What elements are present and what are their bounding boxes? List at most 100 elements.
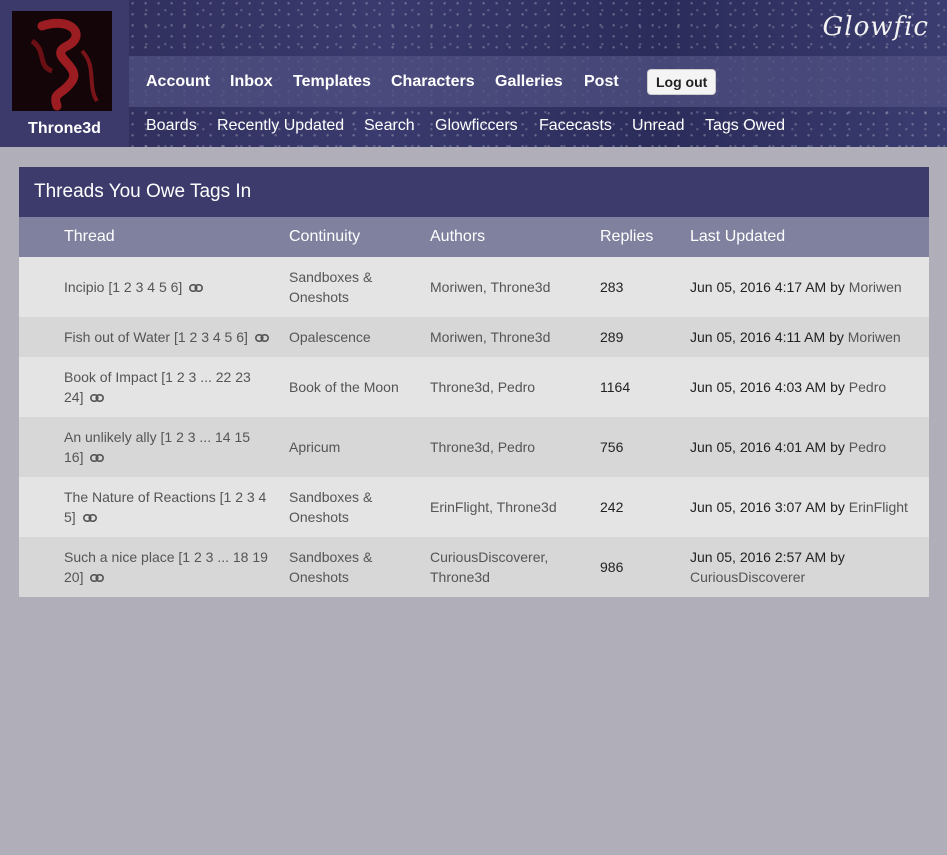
thread-title[interactable]: The Nature of Reactions bbox=[64, 489, 216, 505]
nav-inbox[interactable]: Inbox bbox=[230, 73, 273, 91]
thread-pages[interactable]: [1 2 3 4 5 6] bbox=[108, 279, 182, 295]
table-row: Incipio [1 2 3 4 5 6] Sandboxes & Onesho… bbox=[19, 257, 929, 317]
nav-recently-updated[interactable]: Recently Updated bbox=[217, 117, 344, 135]
replies-cell: 289 bbox=[600, 329, 624, 345]
table-row: Book of Impact [1 2 3 ... 22 23 24] Book… bbox=[19, 357, 929, 417]
avatar[interactable] bbox=[12, 11, 112, 111]
replies-cell: 756 bbox=[600, 439, 624, 455]
updated-time: Jun 05, 2016 3:07 AM by bbox=[690, 499, 845, 515]
link-icon[interactable] bbox=[90, 574, 105, 583]
thread-cell: Such a nice place [1 2 3 ... 18 19 20] bbox=[64, 547, 274, 587]
nav-unread[interactable]: Unread bbox=[632, 117, 684, 135]
updated-cell: Jun 05, 2016 4:11 AM by Moriwen bbox=[690, 327, 925, 347]
nav-glowficcers[interactable]: Glowficcers bbox=[435, 117, 518, 135]
table-row: Such a nice place [1 2 3 ... 18 19 20] S… bbox=[19, 537, 929, 597]
username[interactable]: Throne3d bbox=[0, 120, 129, 138]
updated-by-link[interactable]: Moriwen bbox=[848, 329, 901, 345]
authors-cell: ErinFlight, Throne3d bbox=[430, 499, 557, 515]
thread-title[interactable]: An unlikely ally bbox=[64, 429, 157, 445]
nav-galleries[interactable]: Galleries bbox=[495, 73, 563, 91]
glowfic-logo[interactable]: Glowfic bbox=[823, 12, 930, 42]
table-header: Thread Continuity Authors Replies Last U… bbox=[19, 217, 929, 257]
col-replies: Replies bbox=[600, 228, 654, 245]
author-link[interactable]: Throne3d bbox=[430, 379, 490, 395]
thread-cell: The Nature of Reactions [1 2 3 4 5] bbox=[64, 487, 274, 527]
replies-cell: 986 bbox=[600, 559, 624, 575]
nav-characters[interactable]: Characters bbox=[391, 73, 475, 91]
thread-pages-cont[interactable]: 5] bbox=[64, 509, 76, 525]
thread-title[interactable]: Incipio bbox=[64, 279, 104, 295]
link-icon[interactable] bbox=[90, 394, 105, 403]
thread-title[interactable]: Fish out of Water bbox=[64, 329, 170, 345]
authors-cell: Throne3d, Pedro bbox=[430, 439, 536, 455]
panel-title: Threads You Owe Tags In bbox=[19, 167, 929, 217]
site-header: Throne3d Glowfic Account Inbox Templates… bbox=[0, 0, 947, 147]
author-link[interactable]: Pedro bbox=[498, 379, 535, 395]
main-nav: Account Inbox Templates Characters Galle… bbox=[129, 56, 947, 107]
nav-facecasts[interactable]: Facecasts bbox=[539, 117, 612, 135]
updated-cell: Jun 05, 2016 2:57 AM by CuriousDiscoverer bbox=[690, 547, 925, 587]
thread-cell: Fish out of Water [1 2 3 4 5 6] bbox=[64, 327, 284, 347]
author-link[interactable]: Throne3d bbox=[490, 329, 550, 345]
updated-time: Jun 05, 2016 4:17 AM by bbox=[690, 279, 845, 295]
replies-cell: 283 bbox=[600, 279, 624, 295]
thread-pages[interactable]: [1 2 3 ... 14 15 bbox=[161, 429, 251, 445]
thread-title[interactable]: Such a nice place bbox=[64, 549, 175, 565]
authors-cell: Moriwen, Throne3d bbox=[430, 279, 551, 295]
avatar-image bbox=[12, 11, 112, 111]
updated-by-link[interactable]: CuriousDiscoverer bbox=[690, 569, 805, 585]
col-authors: Authors bbox=[430, 228, 486, 245]
table-row: The Nature of Reactions [1 2 3 4 5] Sand… bbox=[19, 477, 929, 537]
thread-pages[interactable]: [1 2 3 4 5 6] bbox=[174, 329, 248, 345]
updated-time: Jun 05, 2016 4:03 AM by bbox=[690, 379, 845, 395]
updated-by-link[interactable]: ErinFlight bbox=[849, 499, 908, 515]
updated-by-link[interactable]: Pedro bbox=[849, 439, 886, 455]
updated-by-link[interactable]: Pedro bbox=[849, 379, 886, 395]
updated-time: Jun 05, 2016 4:01 AM by bbox=[690, 439, 845, 455]
link-icon[interactable] bbox=[189, 284, 204, 293]
updated-time: Jun 05, 2016 2:57 AM by bbox=[690, 549, 845, 565]
author-link[interactable]: Moriwen bbox=[430, 329, 483, 345]
thread-pages[interactable]: [1 2 3 ... 22 23 bbox=[161, 369, 251, 385]
author-link[interactable]: CuriousDiscoverer bbox=[430, 549, 544, 565]
nav-account[interactable]: Account bbox=[146, 73, 210, 91]
author-link[interactable]: Moriwen bbox=[430, 279, 483, 295]
authors-cell: CuriousDiscoverer, Throne3d bbox=[430, 549, 549, 585]
link-icon[interactable] bbox=[90, 454, 105, 463]
author-link[interactable]: ErinFlight bbox=[430, 499, 489, 515]
nav-templates[interactable]: Templates bbox=[293, 73, 371, 91]
thread-pages-cont[interactable]: 16] bbox=[64, 449, 83, 465]
author-link[interactable]: Throne3d bbox=[497, 499, 557, 515]
nav-tags-owed[interactable]: Tags Owed bbox=[705, 117, 785, 135]
user-block: Throne3d bbox=[0, 0, 129, 147]
thread-pages-cont[interactable]: 24] bbox=[64, 389, 83, 405]
continuity-cell[interactable]: Book of the Moon bbox=[289, 377, 419, 397]
thread-title[interactable]: Book of Impact bbox=[64, 369, 157, 385]
updated-time: Jun 05, 2016 4:11 AM by bbox=[690, 329, 844, 345]
author-link[interactable]: Pedro bbox=[498, 439, 535, 455]
logout-button[interactable]: Log out bbox=[647, 69, 717, 95]
link-icon[interactable] bbox=[254, 334, 269, 343]
continuity-cell[interactable]: Sandboxes & Oneshots bbox=[289, 547, 419, 587]
updated-cell: Jun 05, 2016 4:17 AM by Moriwen bbox=[690, 277, 925, 297]
link-icon[interactable] bbox=[82, 514, 97, 523]
thread-pages[interactable]: [1 2 3 4 bbox=[220, 489, 267, 505]
thread-cell: An unlikely ally [1 2 3 ... 14 15 16] bbox=[64, 427, 274, 467]
continuity-cell[interactable]: Opalescence bbox=[289, 327, 419, 347]
updated-cell: Jun 05, 2016 4:01 AM by Pedro bbox=[690, 437, 925, 457]
author-link[interactable]: Throne3d bbox=[430, 439, 490, 455]
col-last-updated: Last Updated bbox=[690, 228, 786, 245]
author-link[interactable]: Throne3d bbox=[490, 279, 550, 295]
replies-cell: 1164 bbox=[600, 379, 631, 395]
continuity-cell[interactable]: Sandboxes & Oneshots bbox=[289, 267, 419, 307]
thread-pages-cont[interactable]: 20] bbox=[64, 569, 83, 585]
updated-by-link[interactable]: Moriwen bbox=[849, 279, 902, 295]
thread-pages[interactable]: [1 2 3 ... 18 19 bbox=[178, 549, 268, 565]
nav-boards[interactable]: Boards bbox=[146, 117, 197, 135]
nav-post[interactable]: Post bbox=[584, 73, 619, 91]
continuity-cell[interactable]: Apricum bbox=[289, 437, 419, 457]
table-row: An unlikely ally [1 2 3 ... 14 15 16] Ap… bbox=[19, 417, 929, 477]
continuity-cell[interactable]: Sandboxes & Oneshots bbox=[289, 487, 419, 527]
author-link[interactable]: Throne3d bbox=[430, 569, 490, 585]
nav-search[interactable]: Search bbox=[364, 117, 415, 135]
